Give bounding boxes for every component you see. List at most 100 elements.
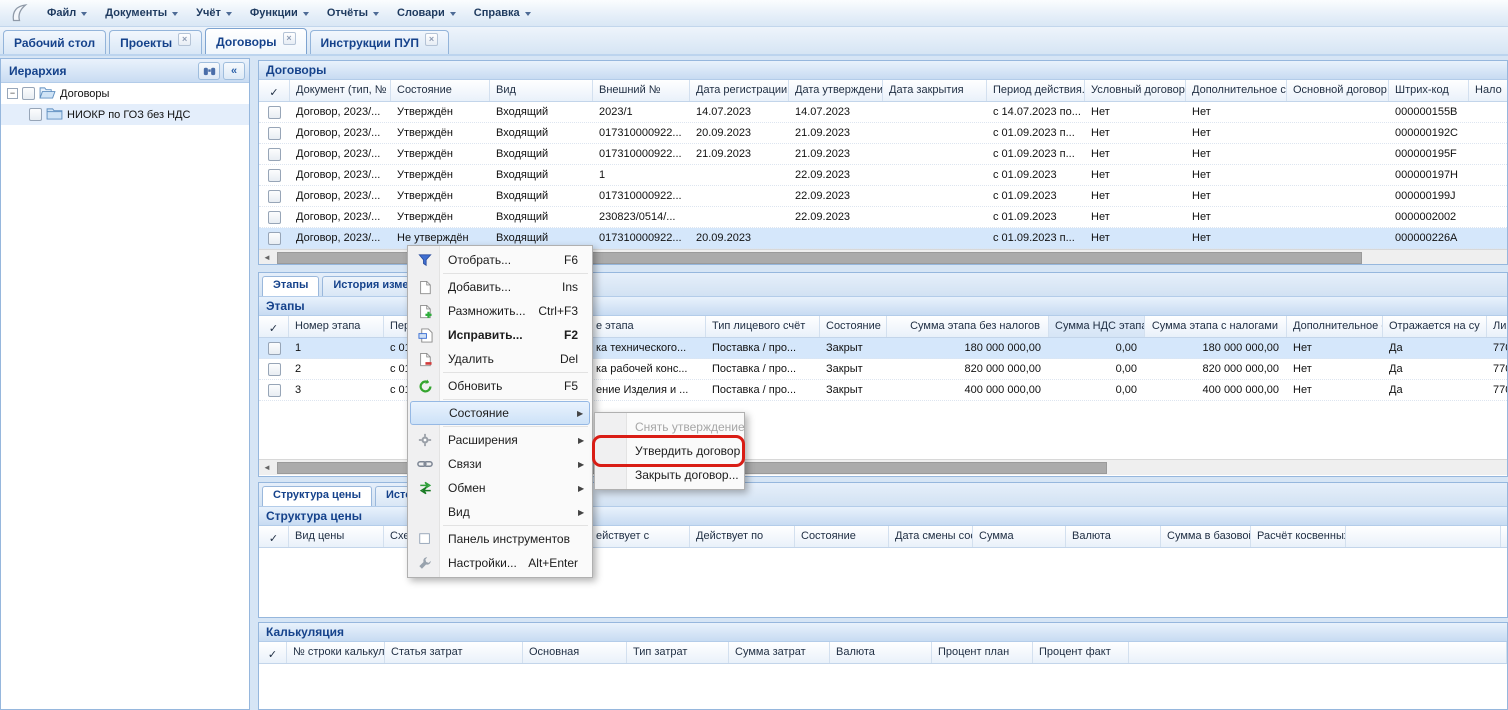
collapse-sidebar-button[interactable]: «: [223, 62, 245, 80]
search-button[interactable]: [198, 62, 220, 80]
column-header[interactable]: Процент факт: [1033, 642, 1129, 663]
row-checkbox-cell[interactable]: [259, 207, 290, 227]
column-header[interactable]: Внешний №: [593, 80, 690, 101]
row-checkbox[interactable]: [268, 211, 281, 224]
column-header[interactable]: Состояние: [820, 316, 887, 337]
tree-node-0[interactable]: −Договоры: [1, 83, 249, 104]
row-checkbox[interactable]: [268, 342, 281, 355]
context-menu-item-0[interactable]: Отобрать...F6: [410, 248, 590, 272]
row-checkbox-cell[interactable]: [259, 186, 290, 206]
column-header[interactable]: Дата смены состоя: [889, 526, 973, 547]
column-header[interactable]: Сумма: [973, 526, 1066, 547]
row-checkbox[interactable]: [268, 363, 281, 376]
table-row[interactable]: Договор, 2023/...УтверждёнВходящий017310…: [259, 123, 1507, 144]
column-header[interactable]: [1346, 526, 1501, 547]
stages-tab-0[interactable]: Этапы: [262, 276, 319, 296]
row-checkbox[interactable]: [268, 169, 281, 182]
column-header[interactable]: Дата регистрации.: [690, 80, 789, 101]
scroll-left-arrow[interactable]: ◄: [259, 250, 275, 266]
submenu-item-1[interactable]: Утвердить договор: [597, 439, 742, 463]
column-header[interactable]: Вид цены: [289, 526, 384, 547]
row-checkbox[interactable]: [268, 232, 281, 245]
column-header[interactable]: Состояние: [391, 80, 490, 101]
column-header[interactable]: Сумма этапа без налогов: [887, 316, 1049, 337]
column-header[interactable]: [1129, 642, 1507, 663]
column-header[interactable]: Валюта: [830, 642, 932, 663]
column-header[interactable]: Нало: [1469, 80, 1508, 101]
context-menu-item-1[interactable]: Добавить...Ins: [410, 275, 590, 299]
column-header[interactable]: Валюта: [1066, 526, 1161, 547]
row-checkbox-cell[interactable]: [259, 228, 290, 248]
tree-node-1[interactable]: НИОКР по ГОЗ без НДС: [1, 104, 249, 125]
row-checkbox[interactable]: [268, 384, 281, 397]
select-all-header[interactable]: ✓: [259, 526, 289, 547]
column-header[interactable]: Сумма затрат: [729, 642, 830, 663]
menubar-item-1[interactable]: Документы: [96, 3, 187, 23]
column-header[interactable]: Условный договор: [1085, 80, 1186, 101]
context-menu-item-4[interactable]: УдалитьDel: [410, 347, 590, 371]
context-menu-item-7[interactable]: Расширения▶: [410, 428, 590, 452]
menubar-item-4[interactable]: Отчёты: [318, 3, 388, 23]
price-tab-0[interactable]: Структура цены: [262, 486, 372, 506]
column-header[interactable]: Процент план: [932, 642, 1033, 663]
column-header[interactable]: Тип затрат: [627, 642, 729, 663]
close-tab-icon[interactable]: ×: [425, 33, 438, 46]
column-header[interactable]: Сумма в базовой в: [1161, 526, 1251, 547]
row-checkbox-cell[interactable]: [259, 380, 289, 400]
main-tab-1[interactable]: Проекты×: [109, 30, 202, 54]
scroll-left-arrow[interactable]: ◄: [259, 460, 275, 476]
select-all-header[interactable]: ✓: [259, 642, 287, 663]
tree-node-checkbox[interactable]: [29, 108, 42, 121]
column-header[interactable]: Сумма НДС этапа: [1049, 316, 1145, 337]
row-checkbox-cell[interactable]: [259, 359, 289, 379]
column-header[interactable]: Расчёт косвенных: [1251, 526, 1346, 547]
select-all-header[interactable]: ✓: [259, 80, 290, 101]
column-header[interactable]: Сумма этапа с налогами: [1145, 316, 1287, 337]
column-header[interactable]: Статья затрат: [385, 642, 523, 663]
table-row[interactable]: Договор, 2023/...УтверждёнВходящий017310…: [259, 144, 1507, 165]
column-header[interactable]: Документ (тип, №: [290, 80, 391, 101]
context-menu-item-9[interactable]: Обмен▶: [410, 476, 590, 500]
row-checkbox-cell[interactable]: [259, 144, 290, 164]
column-header[interactable]: Действует по: [690, 526, 795, 547]
column-header[interactable]: Тип лицевого счёт: [706, 316, 820, 337]
column-header[interactable]: Отражается на су: [1383, 316, 1487, 337]
row-checkbox-cell[interactable]: [259, 165, 290, 185]
row-checkbox[interactable]: [268, 106, 281, 119]
column-header[interactable]: Состояние: [795, 526, 889, 547]
context-menu-item-10[interactable]: Вид▶: [410, 500, 590, 524]
row-checkbox[interactable]: [268, 127, 281, 140]
column-header[interactable]: Дополнительное с: [1287, 316, 1383, 337]
table-row[interactable]: Договор, 2023/...УтверждёнВходящий230823…: [259, 207, 1507, 228]
column-header[interactable]: Вид: [490, 80, 593, 101]
menubar-item-5[interactable]: Словари: [388, 3, 465, 23]
main-tab-0[interactable]: Рабочий стол: [3, 30, 106, 54]
table-row[interactable]: Договор, 2023/...УтверждёнВходящий017310…: [259, 186, 1507, 207]
context-menu-item-2[interactable]: Размножить...Ctrl+F3: [410, 299, 590, 323]
column-header[interactable]: Период действия..: [987, 80, 1085, 101]
context-menu-item-6[interactable]: Состояние▶: [410, 401, 590, 425]
context-menu-item-11[interactable]: Панель инструментов: [410, 527, 590, 551]
column-header[interactable]: Основной договор: [1287, 80, 1389, 101]
context-menu-item-5[interactable]: ОбновитьF5: [410, 374, 590, 398]
column-header[interactable]: Лице: [1487, 316, 1508, 337]
context-menu-item-8[interactable]: Связи▶: [410, 452, 590, 476]
submenu-item-2[interactable]: Закрыть договор...: [597, 463, 742, 487]
context-menu-item-12[interactable]: Настройки...Alt+Enter: [410, 551, 590, 575]
row-checkbox-cell[interactable]: [259, 338, 289, 358]
context-menu-item-3[interactable]: Исправить...F2: [410, 323, 590, 347]
column-header[interactable]: Штрих-код: [1389, 80, 1469, 101]
column-header[interactable]: № строки калькул: [287, 642, 385, 663]
close-tab-icon[interactable]: ×: [283, 32, 296, 45]
column-header[interactable]: Дополнительное с: [1186, 80, 1287, 101]
column-header[interactable]: Дата утверждения: [789, 80, 883, 101]
column-header[interactable]: Основная: [523, 642, 627, 663]
row-checkbox-cell[interactable]: [259, 123, 290, 143]
menubar-item-0[interactable]: Файл: [38, 3, 96, 23]
tree-node-checkbox[interactable]: [22, 87, 35, 100]
menubar-item-2[interactable]: Учёт: [187, 3, 241, 23]
row-checkbox[interactable]: [268, 190, 281, 203]
main-tab-3[interactable]: Инструкции ПУП×: [310, 30, 449, 54]
column-header[interactable]: Дата закрытия: [883, 80, 987, 101]
row-checkbox[interactable]: [268, 148, 281, 161]
